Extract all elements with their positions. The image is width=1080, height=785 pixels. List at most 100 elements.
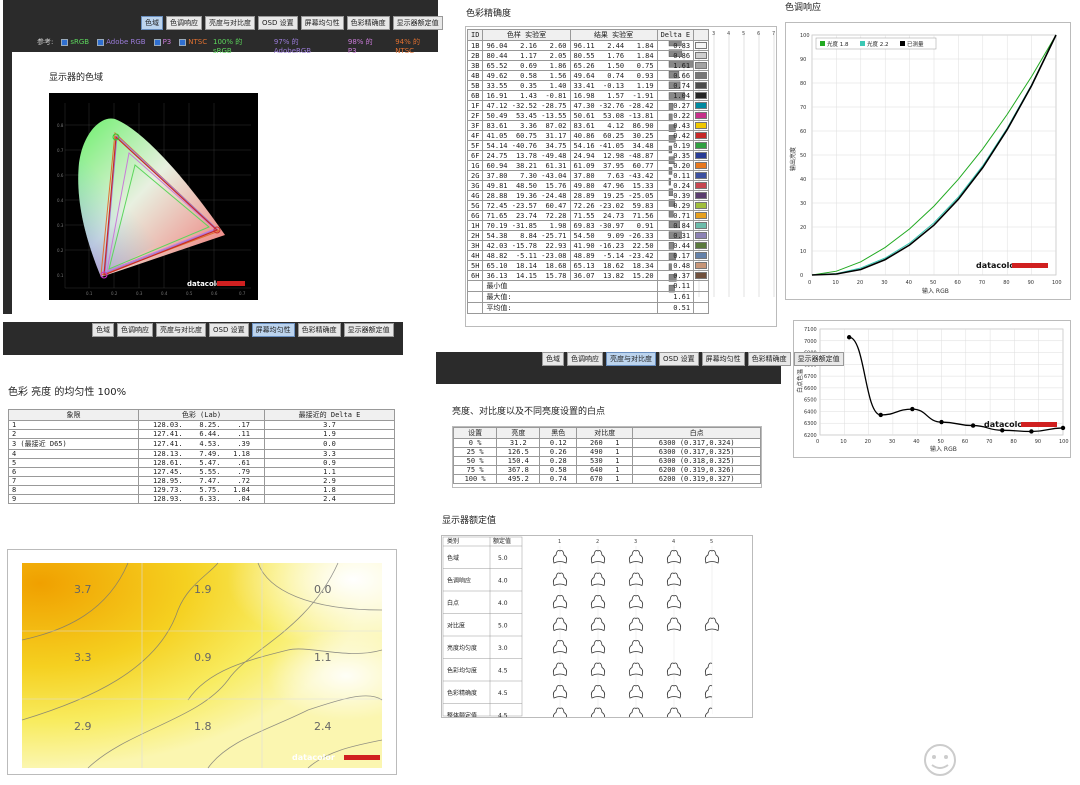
reference-option[interactable]: Adobe RGB [97,38,146,46]
accuracy-result: 48.89 -5.14 -23.42 [569,250,658,261]
accuracy-summary-row: 平均值: 0.51 [466,302,710,314]
award-icon [590,617,606,632]
award-icon [628,685,644,699]
uniformity-quadrant: 4 [8,449,139,459]
accuracy-delta: 1.61 [656,60,695,71]
accuracy-swatch-cell [693,260,710,271]
accuracy-head-result: 结果 [593,31,608,39]
tab-2[interactable]: 亮度与对比度 [156,323,206,337]
accuracy-lab: 72.45 -23.57 60.47 [482,200,571,211]
accuracy-swatch [695,112,708,119]
reference-option[interactable]: NTSC [179,38,207,46]
tab-4[interactable]: 屏幕均匀性 [251,323,295,337]
tab-3[interactable]: OSD 设置 [258,16,298,30]
reference-checkbox[interactable] [61,38,69,46]
tab-4[interactable]: 屏幕均匀性 [300,16,344,30]
accuracy-summary-label: 最小值 [482,280,658,292]
tab-6[interactable]: 显示器额定值 [392,16,443,30]
brightness-cell: 0.12 [539,438,578,448]
uniformity-table: 象限 色彩 (Lab) 最接近的 Delta E 1 128.03. 8.25. … [8,409,395,504]
tone-legend-label: 已测量 [907,40,924,48]
tab-4[interactable]: 屏幕均匀性 [701,352,745,366]
accuracy-row: 1H 70.19 -31.85 1.98 69.83 -30.97 0.91 0.84 [466,220,710,231]
ratings-value: 4.0 [498,600,508,607]
accuracy-scale-tick: 4 [727,31,730,37]
tab-0[interactable]: 色域 [92,323,114,337]
award-icon [666,550,682,564]
uniformity-head: 象限 [8,409,139,421]
tone-ytick: 0 [800,273,803,279]
accuracy-delta: 0.31 [656,230,695,241]
accuracy-row: 2G 37.80 7.30 -43.04 37.80 7.63 -43.42 0.11 [466,170,710,181]
award-icon [666,662,682,677]
tab-5[interactable]: 色彩精确度 [346,16,390,30]
tone-xtick: 40 [906,280,912,286]
accuracy-head-lab2: 实验室 [612,31,634,39]
accuracy-result: 71.55 24.73 71.56 [569,210,658,221]
accuracy-swatch-cell [693,100,710,111]
tab-0[interactable]: 色域 [542,352,564,366]
ratings-value: 5.0 [498,555,508,562]
accuracy-row: 2F 50.49 53.45 -13.55 50.61 53.08 -13.81 0.… [466,110,710,121]
tab-6[interactable]: 显示器额定值 [343,323,394,337]
tab-0[interactable]: 色域 [141,16,163,30]
accuracy-swatch [695,102,708,109]
accuracy-result: 41.90 -16.23 22.50 [569,240,658,251]
tab-5[interactable]: 色彩精确度 [297,323,341,337]
uniformity-map-value: 0.9 [194,651,212,664]
reference-checkbox[interactable] [153,38,161,46]
tab-3[interactable]: OSD 设置 [209,323,249,337]
uniformity-lab: 127.41. 6.44. .11 [138,429,265,439]
accuracy-summary-blank [466,280,484,292]
ratings-category: 色调响应 [447,577,471,585]
accuracy-swatch [695,92,708,99]
brightness-row: 100 % 495.2 0.74 670 1 6200 (0.319,0.327) [452,474,761,484]
wp-xtick: 0 [816,439,819,445]
accuracy-row: 4B 49.62 0.58 1.56 49.64 0.74 0.93 0.66 [466,70,710,81]
accuracy-result: 37.80 7.63 -43.42 [569,170,658,181]
uniformity-delta: 3.3 [264,449,395,459]
tab-6[interactable]: 显示器额定值 [793,352,844,366]
tab-5[interactable]: 色彩精确度 [747,352,791,366]
reference-checkbox[interactable] [179,38,187,46]
award-icon [590,707,606,717]
tab-2[interactable]: 亮度与对比度 [205,16,255,30]
tab-2[interactable]: 亮度与对比度 [606,352,656,366]
ratings-value: 4.5 [498,690,508,697]
accuracy-id: 4B [466,70,484,81]
brightness-cell: 367.8 [496,465,541,475]
reference-option[interactable]: sRGB [61,38,89,46]
reference-checkbox[interactable] [97,38,105,46]
accuracy-row: 6B 16.91 1.43 -0.81 16.98 1.57 -1.91 1.04 [466,90,710,101]
accuracy-delta: 0.24 [656,180,695,191]
tab-1[interactable]: 色调响应 [117,323,153,337]
accuracy-delta: 0.66 [656,70,695,81]
accuracy-id: 6G [466,210,484,221]
uniformity-quadrant: 7 [8,476,139,486]
brightness-row: 75 % 367.8 0.58 640 1 6200 (0.319,0.326) [452,465,761,475]
wp-ytick: 6500 [804,398,817,404]
svg-text:0.8: 0.8 [57,123,64,128]
tab-3[interactable]: OSD 设置 [659,352,699,366]
accuracy-swatch [695,142,708,149]
accuracy-row: 5H 65.10 18.14 18.68 65.13 18.62 18.34 0.48 [466,260,710,271]
wp-point [846,335,852,340]
accuracy-id: 2F [466,110,484,121]
tab-1[interactable]: 色调响应 [166,16,202,30]
tone-chart: 00 10 10 20 20 30 30 40 40 50 50 60 60 70 70 80 80 90 90 10… [789,33,1062,295]
wp-point [910,406,915,412]
brightness-cell: 6300 (0.317,0.324) [632,438,761,448]
brightness-cell: 75 % [452,465,498,475]
uniformity-map-value: 3.3 [74,651,92,664]
tab-1[interactable]: 色调响应 [567,352,603,366]
brightness-head: 设置 [452,427,498,439]
uniformity-quadrant: 9 [8,494,139,504]
brightness-cell: 495.2 [496,474,541,484]
accuracy-row: 5F 54.14 -40.76 34.75 54.16 -41.05 34.48 0.… [466,140,710,151]
uniformity-map-value: 0.0 [314,583,332,596]
tone-xtick: 10 [832,280,838,286]
accuracy-delta: 0.27 [656,100,695,111]
award-icon [552,572,568,587]
accuracy-swatch-cell [693,140,710,151]
reference-option[interactable]: P3 [153,38,171,46]
